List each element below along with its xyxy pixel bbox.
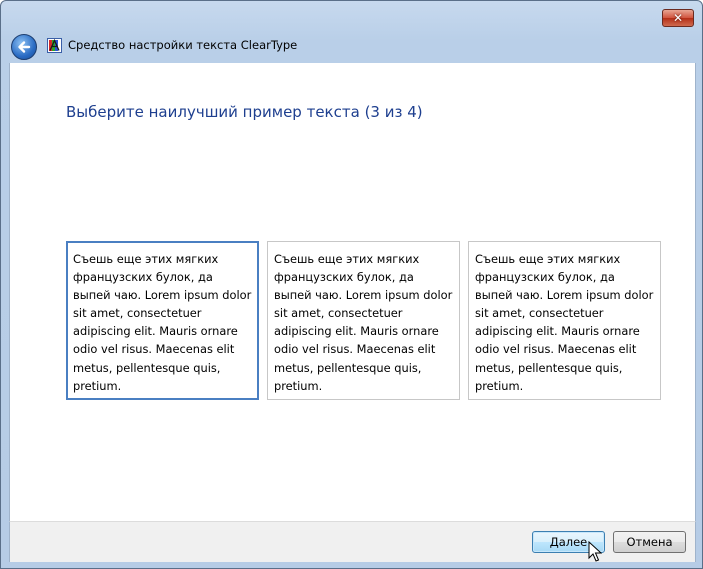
text-sample-text: Съешь еще этих мягких французских булок,… xyxy=(73,252,252,393)
content-area: Выберите наилучший пример текста (3 из 4… xyxy=(9,63,696,521)
cleartype-window: ✕ Средство настройки текста ClearType Вы… xyxy=(0,0,703,569)
cleartype-icon xyxy=(47,38,62,53)
text-sample-3[interactable]: Съешь еще этих мягких французских булок,… xyxy=(468,241,661,400)
text-sample-text: Съешь еще этих мягких французских булок,… xyxy=(475,252,654,393)
page-heading: Выберите наилучший пример текста (3 из 4… xyxy=(66,103,423,121)
back-arrow-icon xyxy=(18,41,31,53)
close-button[interactable]: ✕ xyxy=(662,9,694,27)
text-sample-2[interactable]: Съешь еще этих мягких французских булок,… xyxy=(267,241,460,400)
cancel-button[interactable]: Отмена xyxy=(613,531,686,553)
text-sample-1[interactable]: Съешь еще этих мягких французских булок,… xyxy=(66,241,259,400)
title-bar[interactable]: ✕ Средство настройки текста ClearType xyxy=(1,1,702,63)
close-icon: ✕ xyxy=(672,11,684,25)
back-button[interactable] xyxy=(11,34,37,60)
window-title: Средство настройки текста ClearType xyxy=(68,38,298,52)
text-sample-text: Съешь еще этих мягких французских булок,… xyxy=(274,252,453,393)
mouse-pointer-icon xyxy=(588,541,602,562)
